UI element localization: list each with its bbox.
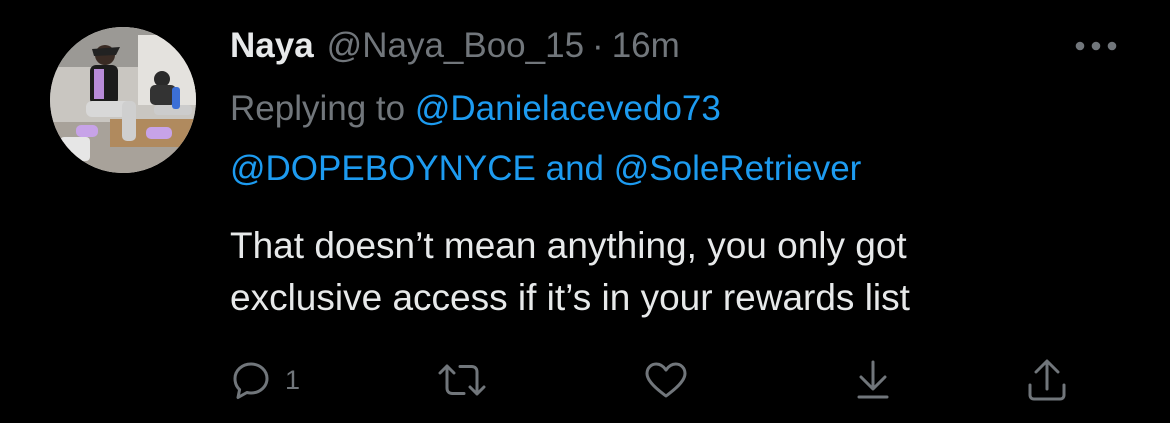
like-button[interactable]: [643, 352, 689, 408]
replying-to-conjunction: and: [545, 149, 605, 188]
heart-icon: [645, 362, 687, 398]
user-handle[interactable]: @Naya_Boo_15: [327, 24, 584, 68]
tweet-text-line: exclusive access if it’s in your rewards…: [230, 277, 910, 318]
retweet-button[interactable]: [437, 352, 487, 408]
header-separator: ·: [592, 26, 604, 65]
display-name[interactable]: Naya: [230, 24, 314, 68]
tweet-action-bar: 1: [0, 352, 1170, 408]
mention-link[interactable]: @DOPEBOYNYCE: [230, 149, 536, 188]
mention-link[interactable]: @Danielacevedo73: [415, 89, 721, 128]
download-icon: [857, 360, 889, 399]
more-options-button[interactable]: [1072, 38, 1120, 54]
more-dots-icon: [1075, 41, 1117, 51]
mention-link[interactable]: @SoleRetriever: [614, 149, 862, 188]
replying-to-label: Replying to: [230, 89, 406, 128]
reply-button[interactable]: 1: [231, 352, 300, 408]
retweet-icon: [438, 364, 486, 396]
tweet-text-line: That doesn’t mean anything, you only got: [230, 225, 907, 266]
tweet-text: That doesn’t mean anything, you only got…: [230, 220, 1130, 324]
bookmark-button[interactable]: [853, 352, 893, 408]
replying-to-line-2: @DOPEBOYNYCE and @SoleRetriever: [230, 144, 861, 194]
avatar-photo: [50, 27, 196, 173]
replying-to-line: Replying to @Danielacevedo73: [230, 84, 721, 134]
tweet-timestamp[interactable]: 16m: [612, 24, 680, 68]
reply-icon: [233, 362, 269, 399]
share-icon: [1028, 359, 1066, 401]
reply-count: 1: [285, 364, 301, 395]
avatar[interactable]: [50, 27, 196, 173]
share-button[interactable]: [1025, 352, 1069, 408]
tweet-header: Naya @Naya_Boo_15 · 16m: [230, 24, 680, 68]
